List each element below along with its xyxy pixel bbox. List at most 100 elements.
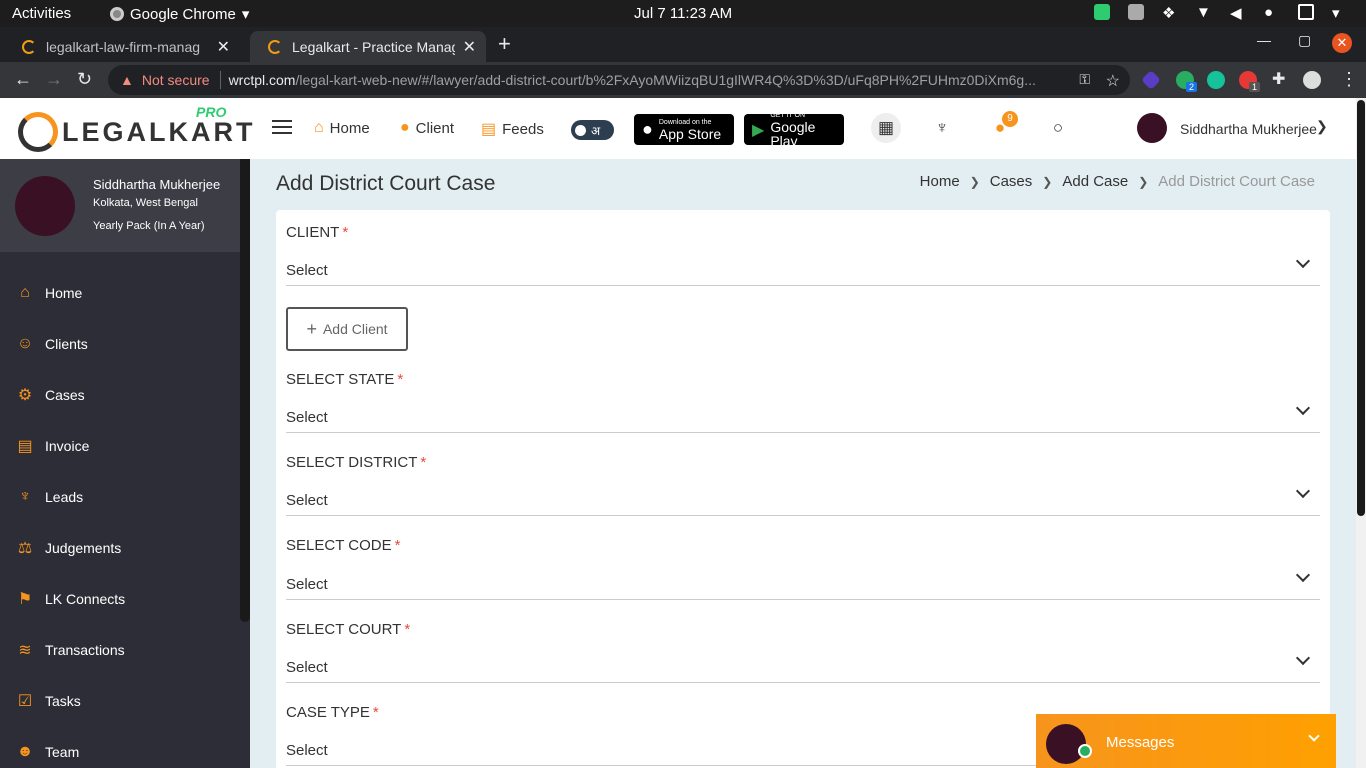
sidebar-item-cases[interactable]: ⚙ Cases — [0, 369, 240, 420]
shield-check-icon[interactable] — [1094, 4, 1110, 20]
code-label: SELECT CODE * — [286, 537, 400, 554]
language-toggle[interactable]: अ — [571, 120, 614, 140]
bookmark-star-icon[interactable]: ☆ — [1106, 71, 1120, 91]
torch-icon[interactable]: ♆ — [927, 113, 957, 143]
district-select[interactable]: Select — [286, 483, 1320, 516]
profile-avatar-icon[interactable] — [1303, 71, 1321, 89]
court-label: SELECT COURT * — [286, 621, 410, 638]
maximize-window-icon[interactable]: ▢ — [1298, 32, 1311, 49]
select-value: Select — [286, 409, 328, 426]
browser-tab-2[interactable]: Legalkart - Practice Manag ✕ — [250, 31, 486, 62]
system-tray[interactable]: ❖ ▼ ◀ ● ▾ — [1094, 4, 1348, 22]
nav-client[interactable]: ● Client — [400, 119, 454, 137]
add-client-button[interactable]: + Add Client — [286, 307, 408, 351]
required-mark: * — [420, 454, 427, 471]
url-input[interactable]: ▲ Not secure wrctpl.com /legal-kart-web-… — [108, 65, 1130, 95]
sidebar-item-judgements[interactable]: ⚖ Judgements — [0, 522, 240, 573]
minimize-window-icon[interactable]: — — [1257, 32, 1271, 48]
sidebar-item-invoice[interactable]: ▤ Invoice — [0, 420, 240, 471]
invoice-icon: ▤ — [17, 437, 33, 455]
google-play-button[interactable]: ▶ GET IT ON Google Play — [744, 112, 844, 148]
client-select[interactable]: Select — [286, 253, 1320, 286]
scales-icon: ⚖ — [17, 539, 33, 557]
sidebar-item-leads[interactable]: ♆ Leads — [0, 471, 240, 522]
messages-widget[interactable]: Messages — [1036, 714, 1336, 768]
breadcrumb: Home ❯ Cases ❯ Add Case ❯ Add District C… — [920, 173, 1315, 190]
state-label: SELECT STATE * — [286, 371, 403, 388]
puzzle-extensions-icon[interactable]: ✚ — [1272, 69, 1285, 89]
breadcrumb-add-case[interactable]: Add Case — [1062, 173, 1128, 190]
clock[interactable]: Jul 7 11:23 AM — [634, 5, 732, 22]
hamburger-menu-icon[interactable] — [272, 120, 292, 134]
chevron-down-icon — [1295, 567, 1311, 583]
page-scrollbar[interactable] — [1356, 98, 1366, 768]
kebab-menu-icon[interactable]: ⋮ — [1340, 69, 1358, 90]
scrollbar-thumb[interactable] — [1357, 100, 1365, 516]
breadcrumb-home[interactable]: Home — [920, 173, 960, 190]
search-icon[interactable]: ○ — [1043, 113, 1073, 143]
grammarly-icon[interactable] — [1207, 71, 1225, 89]
close-tab-icon[interactable]: ✕ — [217, 37, 230, 57]
dropbox-icon[interactable]: ❖ — [1162, 4, 1178, 22]
sidebar-scrollbar[interactable] — [240, 159, 250, 622]
code-select[interactable]: Select — [286, 567, 1320, 600]
field-label-text: CASE TYPE — [286, 704, 370, 721]
sidebar-item-tasks[interactable]: ☑ Tasks — [0, 675, 240, 726]
language-toggle-label: अ — [591, 123, 601, 138]
logo-text: LEGALKART — [62, 116, 256, 147]
sidebar-profile[interactable]: Siddhartha Mukherjee Kolkata, West Benga… — [0, 159, 240, 252]
extension-diamond-icon[interactable] — [1141, 70, 1161, 90]
security-icon[interactable] — [1128, 4, 1144, 20]
app-store-big: App Store — [658, 125, 722, 142]
new-tab-button[interactable]: + — [498, 31, 511, 57]
sidebar-item-label: Team — [45, 743, 80, 760]
key-icon[interactable]: ⚿ — [1079, 71, 1090, 88]
activities-button[interactable]: Activities — [12, 5, 71, 22]
tab-strip: legalkart-law-firm-manag ✕ Legalkart - P… — [0, 27, 1366, 62]
sidebar-item-team[interactable]: ☻ Team — [0, 726, 240, 768]
avatar[interactable] — [1137, 113, 1167, 143]
clipboard-icon[interactable]: ▦ — [871, 113, 901, 143]
field-label-text: SELECT COURT — [286, 621, 402, 638]
court-select[interactable]: Select — [286, 650, 1320, 683]
power-menu-icon[interactable]: ▾ — [1332, 4, 1348, 22]
chevron-down-icon: ▾ — [241, 6, 250, 23]
feeds-icon: ▤ — [481, 121, 497, 138]
sidebar-item-label: Transactions — [45, 641, 125, 658]
header-user-name[interactable]: Siddhartha Mukherjee — [1180, 121, 1317, 137]
home-icon: ⌂ — [20, 283, 30, 301]
browser-tab-1[interactable]: legalkart-law-firm-manag ✕ — [4, 31, 240, 62]
home-icon: ⌂ — [314, 119, 324, 136]
legalkart-logo[interactable]: LEGALKART PRO — [18, 104, 256, 152]
sidebar-item-transactions[interactable]: ≋ Transactions — [0, 624, 240, 675]
app-menu[interactable]: Google Chrome ▾ — [110, 5, 249, 23]
back-icon[interactable]: ← — [14, 69, 32, 90]
form-card: CLIENT * Select + Add Client SELECT STATE… — [276, 210, 1330, 768]
close-tab-icon[interactable]: ✕ — [463, 37, 476, 57]
not-secure-label[interactable]: Not secure — [142, 72, 210, 88]
nav-home[interactable]: ⌂ Home — [314, 119, 370, 137]
client-label: CLIENT * — [286, 224, 348, 241]
wifi-icon[interactable]: ▼ — [1196, 4, 1212, 21]
cases-gear-icon: ⚙ — [17, 386, 33, 404]
microphone-icon[interactable]: ● — [1264, 4, 1280, 21]
chevron-down-icon[interactable]: ❯ — [1316, 118, 1328, 135]
profile-location: Kolkata, West Bengal — [93, 197, 198, 209]
sidebar-item-label: Home — [45, 284, 83, 301]
breadcrumb-cases[interactable]: Cases — [990, 173, 1033, 190]
chevron-right-icon: ❯ — [969, 175, 980, 189]
sidebar-item-clients[interactable]: ☺ Clients — [0, 318, 240, 369]
app-store-button[interactable]: ● Download on the App Store — [634, 114, 734, 145]
transactions-icon: ≋ — [18, 641, 32, 659]
sidebar-item-lk-connects[interactable]: ⚑ LK Connects — [0, 573, 240, 624]
reload-icon[interactable]: ↻ — [77, 69, 92, 90]
state-select[interactable]: Select — [286, 400, 1320, 433]
close-window-button[interactable]: ✕ — [1332, 33, 1352, 53]
battery-icon[interactable] — [1298, 4, 1314, 20]
nav-feeds[interactable]: ▤ Feeds — [481, 119, 544, 139]
volume-icon[interactable]: ◀ — [1230, 4, 1246, 22]
sidebar-item-home[interactable]: ⌂ Home — [0, 267, 240, 318]
chevron-down-icon[interactable] — [1308, 730, 1320, 742]
field-label-text: SELECT CODE — [286, 537, 392, 554]
forward-icon[interactable]: → — [45, 69, 63, 90]
